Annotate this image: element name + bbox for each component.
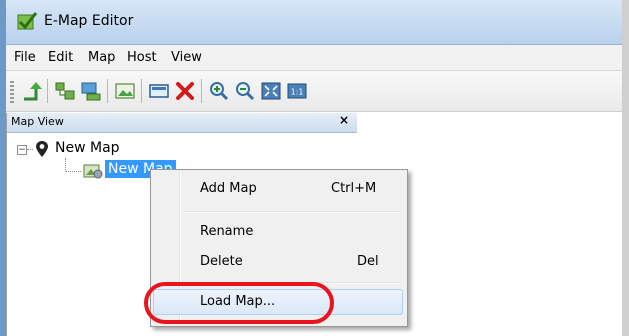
up-level-icon[interactable]	[19, 79, 43, 103]
menu-separator	[183, 211, 401, 213]
emap-editor-icon	[17, 12, 38, 30]
tree-connector	[65, 171, 81, 172]
menu-item-shortcut: Del	[357, 254, 379, 269]
menu-item-shortcut: Ctrl+M	[331, 181, 377, 196]
add-device-icon[interactable]	[79, 79, 103, 103]
properties-icon[interactable]	[147, 79, 171, 103]
zoom-out-icon[interactable]	[233, 79, 257, 103]
annotation-highlight-ring	[144, 282, 334, 324]
desktop-edge-right	[622, 0, 629, 336]
map-pin-icon	[36, 141, 48, 157]
toolbar-separator	[107, 79, 108, 103]
toolbar-separator	[47, 79, 48, 103]
menu-host[interactable]: Host	[127, 50, 157, 65]
title-bar[interactable]: E-Map Editor	[6, 0, 622, 45]
map-view-title: Map View	[11, 115, 64, 128]
menu-item-delete[interactable]: Delete Del	[153, 249, 403, 275]
sub-map-icon	[83, 164, 103, 179]
tree-root-label[interactable]: New Map	[55, 140, 120, 156]
menu-item-label: Rename	[200, 224, 254, 239]
add-host-icon[interactable]	[53, 79, 77, 103]
menu-item-add-map[interactable]: Add Map Ctrl+M	[153, 176, 403, 202]
menu-item-label: Delete	[200, 254, 243, 269]
tree-collapse-icon[interactable]: −	[17, 145, 27, 155]
toolbar-grip[interactable]	[10, 81, 14, 103]
menu-edit[interactable]: Edit	[48, 50, 73, 65]
menu-item-label: Add Map	[200, 181, 257, 196]
window-title: E-Map Editor	[44, 13, 134, 29]
emap-editor-window: E-Map Editor File Edit Map Host View 1:1…	[0, 0, 629, 336]
menu-item-rename[interactable]: Rename	[153, 219, 403, 245]
map-view-header: Map View ×	[7, 113, 357, 133]
actual-size-icon[interactable]: 1:1	[285, 79, 309, 103]
menu-view[interactable]: View	[171, 50, 202, 65]
actual-size-label: 1:1	[291, 88, 304, 97]
fit-window-icon[interactable]	[259, 79, 283, 103]
menu-map[interactable]: Map	[88, 50, 115, 65]
toolbar-separator	[141, 79, 142, 103]
close-icon[interactable]: ×	[337, 113, 351, 127]
toolbar: 1:1	[6, 71, 622, 112]
toolbar-separator	[201, 79, 202, 103]
menu-file[interactable]: File	[14, 50, 36, 65]
tree-connector	[65, 158, 66, 172]
set-background-icon[interactable]	[113, 79, 137, 103]
zoom-in-icon[interactable]	[207, 79, 231, 103]
delete-icon[interactable]	[173, 79, 197, 103]
menu-bar: File Edit Map Host View	[6, 45, 622, 71]
tree-connector	[27, 149, 33, 150]
